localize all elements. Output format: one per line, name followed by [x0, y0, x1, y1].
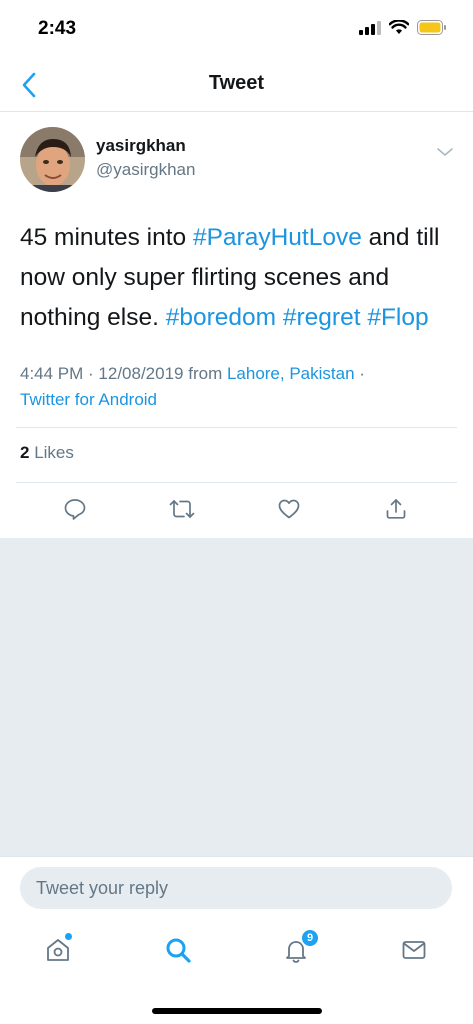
mail-icon: [402, 941, 426, 959]
tweet-meta: 4:44 PM · 12/08/2019 from Lahore, Pakist…: [20, 361, 460, 413]
source-link[interactable]: Twitter for Android: [20, 390, 157, 409]
tweet-detail: yasirgkhan @yasirgkhan 45 minutes into #…: [0, 112, 473, 538]
like-icon: [278, 499, 300, 519]
divider: [16, 427, 457, 428]
location-link[interactable]: Lahore, Pakistan: [227, 364, 355, 383]
tab-home[interactable]: [38, 930, 78, 970]
divider: [16, 482, 457, 483]
author-name[interactable]: yasirgkhan: [96, 136, 186, 156]
like-button[interactable]: [274, 494, 304, 524]
home-icon: [47, 939, 69, 961]
likes-label: Likes: [34, 443, 74, 462]
avatar-image: [20, 127, 85, 192]
hashtag-link[interactable]: #boredom: [166, 304, 276, 331]
battery-icon: [417, 20, 446, 35]
tab-messages[interactable]: [394, 930, 434, 970]
tweet-text-part: 45 minutes into: [20, 224, 193, 251]
more-options-button[interactable]: [433, 140, 457, 164]
nav-bar: Tweet: [0, 58, 473, 112]
reply-bar: [0, 856, 473, 918]
home-indicator[interactable]: [152, 1008, 322, 1014]
new-content-dot: [65, 933, 72, 940]
tweet-actions: [0, 494, 473, 528]
likes-number: 2: [20, 443, 30, 462]
avatar[interactable]: [20, 127, 85, 192]
chevron-down-icon: [437, 148, 453, 156]
meta-separator: ·: [354, 364, 365, 383]
wifi-icon: [389, 20, 409, 34]
tab-bar: 9: [0, 918, 473, 1024]
signal-icon: [359, 20, 381, 35]
share-icon: [386, 499, 406, 519]
tab-search[interactable]: [158, 930, 198, 970]
status-time: 2:43: [38, 18, 77, 39]
page-title: Tweet: [208, 72, 265, 94]
hashtag-link[interactable]: #ParayHutLove: [193, 224, 362, 251]
tweet-text: 45 minutes into #ParayHutLove and till n…: [20, 218, 460, 338]
retweet-icon: [169, 500, 195, 518]
empty-replies-area: [0, 538, 473, 856]
reply-input[interactable]: [20, 867, 452, 909]
hashtag-link[interactable]: #regret: [283, 304, 361, 331]
search-icon: [166, 938, 191, 963]
hashtag-link[interactable]: #Flop: [367, 304, 428, 331]
notification-badge: 9: [300, 928, 320, 948]
retweet-button[interactable]: [167, 494, 197, 524]
tab-notifications[interactable]: 9: [276, 928, 320, 970]
tweet-timestamp: 4:44 PM · 12/08/2019 from: [20, 364, 227, 383]
share-button[interactable]: [381, 494, 411, 524]
reply-icon: [64, 499, 86, 520]
reply-button[interactable]: [60, 494, 90, 524]
likes-count[interactable]: 2 Likes: [20, 443, 74, 463]
status-bar: 2:43: [0, 0, 473, 58]
author-handle[interactable]: @yasirgkhan: [96, 160, 195, 180]
status-icons: [359, 20, 447, 35]
